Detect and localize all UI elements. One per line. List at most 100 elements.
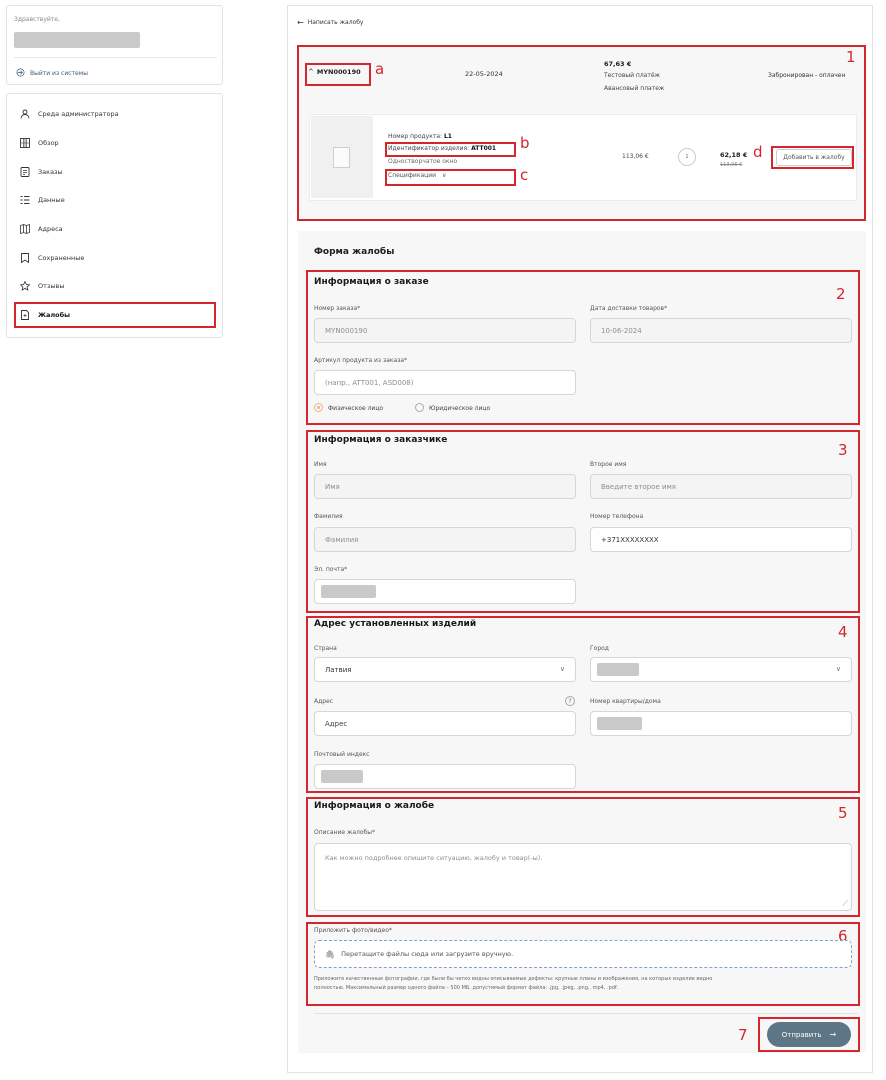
help-icon[interactable]: ? <box>565 696 575 706</box>
address-label: Адрес <box>314 698 334 705</box>
sidebar-item-reviews[interactable]: Отзывы <box>19 280 64 291</box>
account-card: Здравствуйте, Выйти из системы <box>6 5 223 85</box>
star-icon <box>19 280 30 291</box>
user-icon <box>19 108 30 119</box>
dropzone-text: Перетащите файлы сюда или загрузите вруч… <box>341 950 514 958</box>
zip-input[interactable] <box>314 764 576 789</box>
surname-input[interactable]: Фамилия <box>314 527 576 552</box>
sidebar-item-admin[interactable]: Среда администратора <box>19 108 119 119</box>
complaint-desc-label: Описание жалобы* <box>314 829 375 836</box>
user-name-masked <box>14 32 140 48</box>
paperclip-icon: 🖇 <box>325 949 336 959</box>
order-info-title: Информация о заказе <box>314 277 429 287</box>
order-number-label: Номер заказа* <box>314 305 361 312</box>
order-total: 67,63 € <box>604 60 632 68</box>
greeting-text: Здравствуйте, <box>14 16 60 23</box>
quantity-badge[interactable]: 1 <box>678 148 696 166</box>
annotation-2: 2 <box>836 285 846 303</box>
phone-value: +371XXXXXXXX <box>601 535 659 544</box>
surname-label: Фамилия <box>314 513 343 520</box>
zip-masked <box>321 770 363 783</box>
file-dropzone[interactable]: 🖇 Перетащите файлы сюда или загрузите вр… <box>314 940 852 968</box>
name-input[interactable]: Имя <box>314 474 576 499</box>
email-label: Эл. почта* <box>314 566 348 573</box>
submit-button[interactable]: Отправить → <box>767 1022 851 1047</box>
sidebar-item-label: Среда администратора <box>38 109 119 118</box>
map-icon <box>19 223 30 234</box>
radio-legal-label: Юридическое лицо <box>429 405 491 412</box>
sidebar-item-overview[interactable]: Обзор <box>19 137 59 148</box>
delivery-date-value: 10-06-2024 <box>601 326 642 335</box>
order-date: 22-05-2024 <box>465 70 503 78</box>
radio-physical[interactable]: Физическое лицо <box>314 403 384 413</box>
sidebar-item-orders[interactable]: Заказы <box>19 166 63 177</box>
product-number-label: Номер продукта: <box>388 133 443 140</box>
logout-label: Выйти из системы <box>30 70 88 77</box>
sidebar-item-data[interactable]: Данные <box>19 194 65 205</box>
product-image <box>311 116 373 198</box>
complaint-textarea[interactable]: Как можно подробнее опишите ситуацию, жа… <box>314 843 852 911</box>
article-input[interactable]: (напр., ATT001, ASD008) <box>314 370 576 395</box>
order-number-value: MYN000190 <box>325 326 368 335</box>
product-old-price: 113,06 € <box>720 162 743 168</box>
address-input[interactable]: Адрес <box>314 711 576 736</box>
sidebar-item-label: Адреса <box>38 224 63 233</box>
list-icon <box>19 194 30 205</box>
order-number-field[interactable]: MYN000190 <box>314 318 576 343</box>
address-placeholder: Адрес <box>325 719 348 728</box>
radio-physical-label: Физическое лицо <box>328 405 384 412</box>
product-number-value: L1 <box>443 133 452 140</box>
address-title: Адрес установленных изделий <box>314 619 477 629</box>
order-status: Забронирован - оплачен <box>768 72 846 79</box>
radio-legal[interactable]: Юридическое лицо <box>415 403 491 413</box>
quantity-value: 1 <box>685 154 689 160</box>
apartment-label: Номер квартиры/дома <box>590 698 661 705</box>
email-input[interactable] <box>314 579 576 604</box>
attach-hint-2: полностью. Максимальный размер одного фа… <box>314 985 618 991</box>
logout-link[interactable]: Выйти из системы <box>16 68 88 79</box>
delivery-date-field[interactable]: 10-06-2024 <box>590 318 852 343</box>
highlight-specs <box>385 169 516 186</box>
middle-name-input[interactable]: Введите второе имя <box>590 474 852 499</box>
apartment-input[interactable] <box>590 711 852 736</box>
name-placeholder: Имя <box>325 482 340 491</box>
radio-off-icon <box>415 403 424 412</box>
article-label: Артикул продукта из заказа* <box>314 357 408 364</box>
complaint-title: Информация о жалобе <box>314 801 435 811</box>
payment-type: Тестовый платёж <box>604 72 660 79</box>
unit-price: 113,06 € <box>622 153 649 160</box>
resize-handle-icon[interactable]: ⟋ <box>842 899 848 909</box>
product-price: 62,18 € <box>720 151 748 159</box>
payment-kind: Авансовый платеж <box>604 85 665 92</box>
phone-label: Номер телефона <box>590 513 644 520</box>
window-icon <box>333 147 350 168</box>
annotation-b: b <box>520 134 530 152</box>
product-name: Одностворчатое окно <box>388 158 458 165</box>
delivery-date-label: Дата доставки товаров* <box>590 305 668 312</box>
city-select[interactable]: ∨ <box>590 657 852 682</box>
country-select[interactable]: Латвия ∨ <box>314 657 576 682</box>
arrow-right-icon: → <box>829 1030 837 1039</box>
sidebar-item-label: Данные <box>38 195 65 204</box>
highlight-order-number <box>305 63 371 86</box>
back-label: Написать жалобу <box>307 19 364 26</box>
annotation-d: d <box>753 143 763 161</box>
arrow-left-icon: ← <box>297 18 304 27</box>
highlight-complaints-nav <box>14 302 216 328</box>
highlight-order-info <box>306 270 860 425</box>
customer-title: Информация о заказчике <box>314 435 448 445</box>
annotation-3: 3 <box>838 441 848 459</box>
article-placeholder: (напр., ATT001, ASD008) <box>325 378 414 387</box>
back-link[interactable]: ← Написать жалобу <box>297 18 363 27</box>
attach-hint-1: Приложите качественные фотографии, где б… <box>314 976 713 982</box>
sidebar-item-addresses[interactable]: Адреса <box>19 223 63 234</box>
highlight-product-id <box>385 142 516 157</box>
phone-input[interactable]: +371XXXXXXXX <box>590 527 852 552</box>
sidebar-item-label: Сохраненные <box>38 253 85 262</box>
sidebar-item-saved[interactable]: Сохраненные <box>19 252 84 263</box>
logout-icon <box>16 68 25 79</box>
name-label: Имя <box>314 461 327 468</box>
attach-label: Приложить фото/видео* <box>314 927 392 934</box>
complaint-desc-placeholder: Как можно подробнее опишите ситуацию, жа… <box>325 854 543 862</box>
annotation-a: a <box>375 60 385 78</box>
